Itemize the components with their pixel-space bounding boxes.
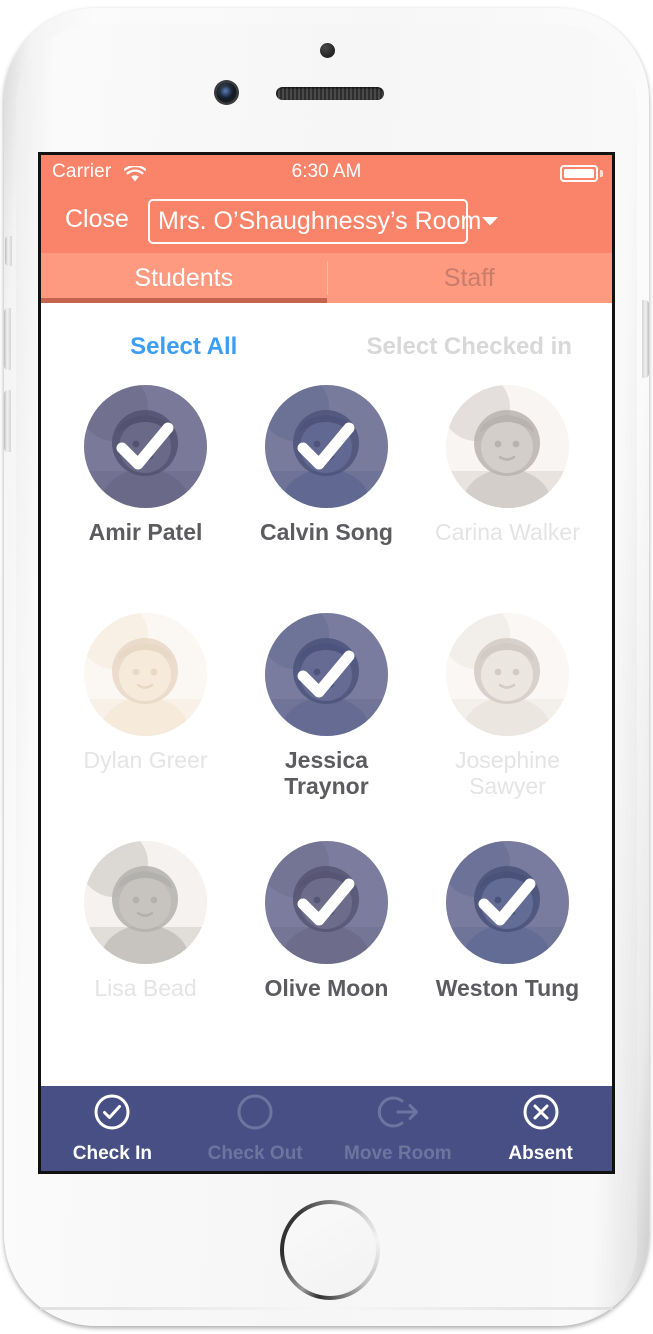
select-all-button[interactable]: Select All: [41, 333, 327, 361]
volume-up-button[interactable]: [4, 308, 11, 370]
student-name: Jessica Traynor: [284, 747, 369, 799]
room-selector-value: Mrs. O’Shaughnessy’s Room: [158, 207, 482, 235]
check-circle-icon: [93, 1093, 131, 1136]
action-toolbar: Check In Check Out Move Room Absent: [41, 1086, 612, 1171]
power-button[interactable]: [642, 300, 649, 378]
student-avatar[interactable]: [264, 385, 388, 508]
student-name: Weston Tung: [435, 975, 580, 1001]
student-avatar[interactable]: [445, 841, 569, 964]
student-avatar[interactable]: [445, 613, 569, 736]
check-icon: [265, 613, 388, 736]
toolbar-item-label: Move Room: [344, 1142, 452, 1164]
tab-staff-label: Staff: [443, 263, 495, 292]
camera-lens-icon: [221, 87, 232, 98]
home-button-ring: [280, 1200, 380, 1300]
student-name: Calvin Song: [260, 519, 393, 545]
avatar-photo: [83, 613, 207, 736]
student-cell[interactable]: Olive Moon: [236, 831, 417, 1059]
volume-down-button[interactable]: [4, 390, 11, 452]
student-name: Carina Walker: [435, 519, 580, 545]
student-avatar[interactable]: [83, 613, 207, 736]
student-name: Lisa Bead: [94, 975, 197, 1001]
tab-divider: [326, 261, 328, 295]
student-cell[interactable]: Lisa Bead: [55, 831, 236, 1059]
status-bar: Carrier 6:30 AM: [41, 155, 612, 191]
tab-active-underline: [41, 298, 327, 303]
home-button[interactable]: [280, 1200, 380, 1300]
tab-students-label: Students: [134, 263, 234, 292]
toolbar-item-label: Check In: [72, 1142, 152, 1164]
check-icon: [265, 385, 388, 508]
battery-icon: [560, 165, 598, 182]
x-circle-icon: [522, 1093, 560, 1136]
student-name: Dylan Greer: [83, 747, 208, 773]
nav-bar: Close Mrs. O’Shaughnessy’s Room: [41, 191, 612, 253]
phone-screen: Carrier 6:30 AM Close Mrs. O’Shaughnessy…: [41, 155, 612, 1171]
check-icon: [265, 841, 388, 964]
student-cell[interactable]: Dylan Greer: [55, 603, 236, 831]
avatar-photo: [83, 841, 207, 964]
front-camera-icon: [216, 82, 237, 103]
student-avatar[interactable]: [264, 613, 388, 736]
toolbar-item-label: Absent: [508, 1142, 573, 1164]
check-icon: [446, 841, 569, 964]
chevron-down-icon: [481, 216, 499, 227]
home-button-face: [284, 1204, 376, 1296]
earpiece-speaker: [276, 87, 384, 100]
student-avatar[interactable]: [83, 385, 207, 508]
tab-staff[interactable]: Staff: [327, 253, 613, 303]
battery-cap: [600, 170, 603, 177]
check-icon: [84, 385, 207, 508]
student-cell[interactable]: Carina Walker: [417, 375, 598, 603]
exit-arrow-icon: [376, 1093, 420, 1136]
proximity-sensor-icon: [320, 43, 335, 58]
student-avatar[interactable]: [83, 841, 207, 964]
select-actions-row: Select All Select Checked in: [41, 303, 612, 375]
student-cell[interactable]: Josephine Sawyer: [417, 603, 598, 831]
student-avatar[interactable]: [445, 385, 569, 508]
student-avatar[interactable]: [264, 841, 388, 964]
mute-switch[interactable]: [5, 236, 12, 266]
student-grid: Amir Patel Calvin Song Carina Walker Dyl…: [41, 375, 612, 1059]
tab-students[interactable]: Students: [41, 253, 327, 303]
close-button[interactable]: Close: [65, 205, 129, 234]
student-cell[interactable]: Calvin Song: [236, 375, 417, 603]
student-cell[interactable]: Jessica Traynor: [236, 603, 417, 831]
student-name: Josephine Sawyer: [455, 747, 560, 799]
student-cell[interactable]: Weston Tung: [417, 831, 598, 1059]
avatar-photo: [445, 385, 569, 508]
phone-frame: Carrier 6:30 AM Close Mrs. O’Shaughnessy…: [0, 0, 653, 1334]
select-checked-in-button: Select Checked in: [366, 333, 572, 360]
student-cell[interactable]: Amir Patel: [55, 375, 236, 603]
student-name: Amir Patel: [88, 519, 203, 545]
avatar-photo: [445, 613, 569, 736]
circle-icon: [236, 1093, 274, 1136]
bottom-seam: [40, 1307, 613, 1310]
segmented-tabs: Students Staff: [41, 253, 612, 303]
toolbar-move-room-button: Move Room: [327, 1093, 470, 1165]
toolbar-item-label: Check Out: [207, 1142, 303, 1164]
room-selector[interactable]: Mrs. O’Shaughnessy’s Room: [148, 199, 499, 244]
toolbar-absent-button[interactable]: Absent: [469, 1093, 612, 1165]
toolbar-check-out-button: Check Out: [184, 1093, 327, 1165]
toolbar-check-in-button[interactable]: Check In: [41, 1093, 184, 1165]
clock-label: 6:30 AM: [291, 161, 362, 182]
student-name: Olive Moon: [264, 975, 389, 1001]
battery-fill: [564, 169, 594, 178]
